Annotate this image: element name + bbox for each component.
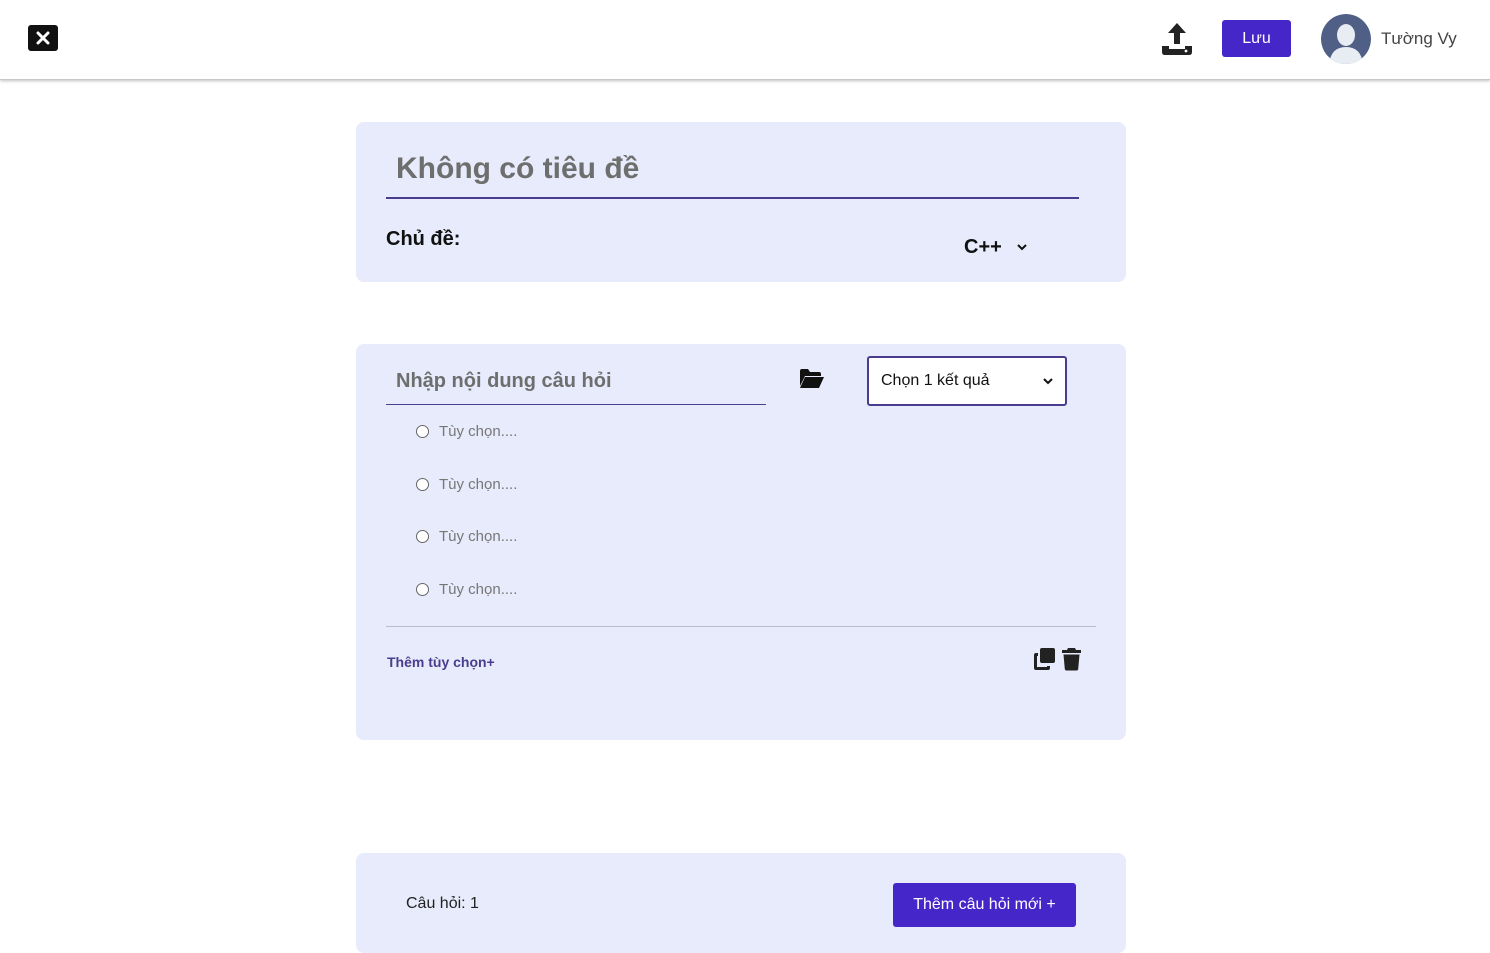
copy-icon bbox=[1034, 648, 1055, 670]
footer-card: Câu hỏi: 1 Thêm câu hỏi mới + bbox=[356, 853, 1126, 953]
topic-value: C++ bbox=[964, 235, 1002, 258]
option-item: Tùy chọn.... bbox=[416, 421, 517, 441]
option-item: Tùy chọn.... bbox=[416, 579, 517, 599]
top-bar: Lưu Tường Vy bbox=[0, 0, 1490, 80]
option-radio[interactable] bbox=[416, 424, 429, 438]
upload-icon bbox=[1162, 23, 1192, 55]
option-text[interactable]: Tùy chọn.... bbox=[439, 476, 517, 493]
option-item: Tùy chọn.... bbox=[416, 474, 517, 494]
add-question-button[interactable]: Thêm câu hỏi mới + bbox=[893, 883, 1076, 927]
topic-label: Chủ đề: bbox=[386, 228, 461, 250]
answer-type-value: Chọn 1 kết quả bbox=[881, 372, 990, 389]
avatar[interactable] bbox=[1321, 14, 1371, 64]
add-option-link[interactable]: Thêm tùy chọn+ bbox=[387, 654, 495, 670]
quiz-info-card: Chủ đề: C++ bbox=[356, 122, 1126, 282]
delete-question-button[interactable] bbox=[1061, 647, 1082, 671]
chevron-down-icon bbox=[1017, 244, 1027, 251]
option-radio[interactable] bbox=[416, 529, 429, 543]
question-card: Chọn 1 kết quả Tùy chọn.... Tùy chọn....… bbox=[356, 344, 1126, 740]
option-text[interactable]: Tùy chọn.... bbox=[439, 423, 517, 440]
topic-select[interactable]: C++ bbox=[954, 234, 1044, 260]
username: Tường Vy bbox=[1381, 29, 1457, 48]
option-item: Tùy chọn.... bbox=[416, 526, 517, 546]
answer-type-select[interactable]: Chọn 1 kết quả bbox=[867, 356, 1067, 406]
option-radio[interactable] bbox=[416, 582, 429, 596]
question-content-input[interactable] bbox=[386, 358, 766, 405]
duplicate-question-button[interactable] bbox=[1033, 647, 1056, 671]
option-text[interactable]: Tùy chọn.... bbox=[439, 528, 517, 545]
divider bbox=[386, 626, 1096, 627]
close-icon bbox=[36, 31, 50, 45]
save-button[interactable]: Lưu bbox=[1222, 20, 1291, 57]
chevron-down-icon bbox=[1043, 378, 1053, 385]
folder-button[interactable] bbox=[799, 368, 825, 390]
option-radio[interactable] bbox=[416, 477, 429, 491]
option-text[interactable]: Tùy chọn.... bbox=[439, 581, 517, 598]
upload-button[interactable] bbox=[1158, 20, 1196, 58]
avatar-icon bbox=[1321, 14, 1371, 64]
trash-icon bbox=[1062, 648, 1081, 671]
question-count: Câu hỏi: 1 bbox=[406, 895, 479, 912]
close-button[interactable] bbox=[28, 25, 58, 51]
quiz-title-input[interactable] bbox=[386, 140, 1079, 199]
folder-open-icon bbox=[800, 369, 824, 388]
